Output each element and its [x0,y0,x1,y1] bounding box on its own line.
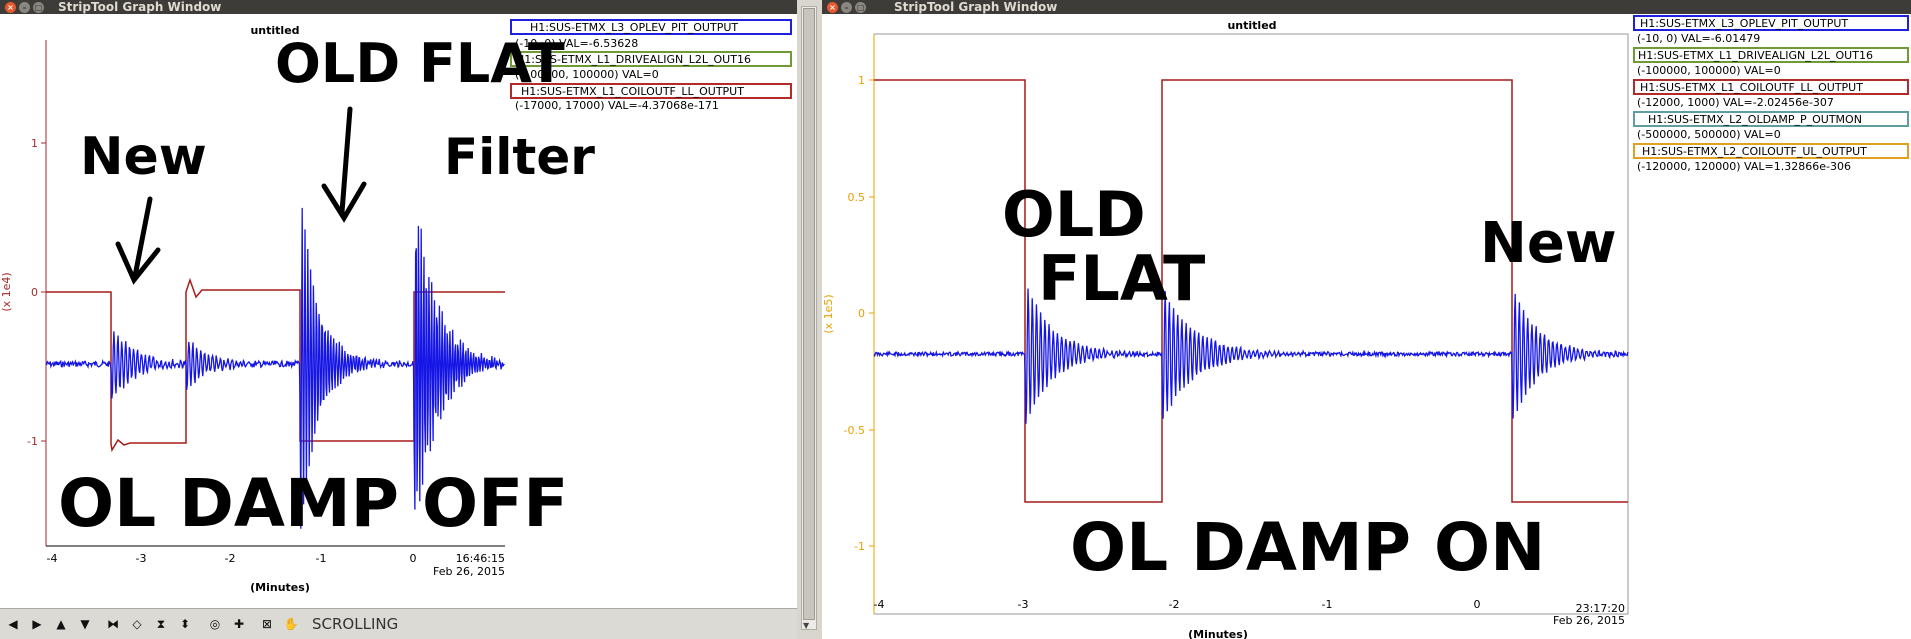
left-annotation-arrow-new [115,196,161,285]
minimize-icon[interactable]: – [841,2,852,13]
left-x-tick-label: -4 [47,552,58,565]
right-x-tick-label: -3 [1018,598,1029,611]
zoom-out-x-button[interactable]: ◇ [128,615,146,633]
zoom-in-x-button[interactable]: ⧓ [104,615,122,633]
right-legend-range-1: (-10, 0) VAL=-6.01479 [1637,32,1760,45]
left-striptool-window: × – □ StripTool Graph Window untitled H1:S… [0,0,797,639]
scroll-right-button[interactable]: ▶ [28,615,46,633]
minimize-icon[interactable]: – [19,2,30,13]
scroll-down-button[interactable]: ▼ [76,615,94,633]
window-title: StripTool Graph Window [58,0,222,14]
right-legend-name-2: H1:SUS-ETMX_L1_DRIVEALIGN_L2L_OUT16 [1638,49,1873,62]
right-x-tick-label: 0 [1474,598,1481,611]
right-legend-range-5: (-120000, 120000) VAL=1.32866e-306 [1637,160,1851,173]
left-graph-area[interactable]: untitled H1:SUS-ETMX_L3_OPLEV_PIT_OUTPUT… [0,14,797,623]
close-icon[interactable]: × [5,2,16,13]
left-title-bar[interactable]: × – □ StripTool Graph Window [0,0,797,14]
right-red-trace [874,79,1628,503]
zoom-out-y-button[interactable]: ⬍ [176,615,194,633]
right-graph-area[interactable]: untitled H1:SUS-ETMX_L3_OPLEV_PIT_OUTPUT… [822,14,1911,639]
right-legend-name-3: H1:SUS-ETMX_L1_COILOUTF_LL_OUTPUT [1640,81,1863,94]
right-plot-title: untitled [1227,19,1276,32]
right-y-tick-label: -1 [854,540,865,553]
right-y-tick-label: 0.5 [848,191,866,204]
refresh-button[interactable]: ⊠ [258,615,276,633]
maximize-icon[interactable]: □ [855,2,866,13]
right-date-stamp: Feb 26, 2015 [1553,614,1625,627]
right-legend[interactable]: H1:SUS-ETMX_L3_OPLEV_PIT_OUTPUT (-10, 0)… [1633,15,1909,173]
right-x-tick-label: -2 [1169,598,1180,611]
right-y-axis-label: (x 1e5) [822,294,835,333]
left-y-tick-label: -1 [27,435,38,448]
left-legend-range-3: (-17000, 17000) VAL=-4.37068e-171 [515,99,719,112]
scroll-up-button[interactable]: ▲ [52,615,70,633]
left-x-axis-label: (Minutes) [250,581,310,594]
left-x-tick-label: -2 [225,552,236,565]
left-x-tick-label: 0 [410,552,417,565]
right-annotation-state: OL DAMP ON [1070,509,1545,586]
close-icon[interactable]: × [827,2,838,13]
right-annotation-new: New [1480,211,1617,276]
auto-scale-button[interactable]: ◎ [206,615,224,633]
pan-button[interactable]: ✋ [282,615,300,633]
right-legend-name-1: H1:SUS-ETMX_L3_OPLEV_PIT_OUTPUT [1640,17,1848,30]
right-x-tick-label: -4 [874,598,885,611]
right-x-axis-label: (Minutes) [1188,628,1248,639]
scroll-left-button[interactable]: ◀ [4,615,22,633]
left-y-tick-label: 1 [31,137,38,150]
left-toolbar: ◀ ▶ ▲ ▼ ⧓ ◇ ⧗ ⬍ ◎ ✚ ⊠ ✋ SCROLLING [0,608,797,639]
right-y-tick-label: 1 [858,74,865,87]
right-annotation-flat: FLAT [1038,242,1205,315]
right-y-tick-label: -0.5 [844,424,865,437]
window-title: StripTool Graph Window [894,0,1058,14]
right-annotation-old: OLD [1002,178,1146,251]
scrollbar-thumb[interactable] [803,8,815,620]
left-x-tick-label: -3 [136,552,147,565]
right-legend-range-2: (-100000, 100000) VAL=0 [1637,64,1781,77]
right-title-bar[interactable]: × – □ StripTool Graph Window [822,0,1911,14]
maximize-icon[interactable]: □ [33,2,44,13]
scrolling-status: SCROLLING [312,615,399,633]
window-gap: ▼ [797,0,822,639]
left-annotation-arrow-old-flat [321,106,367,223]
right-striptool-window: × – □ StripTool Graph Window untitled H1:S… [822,0,1911,639]
left-annotation-filter: Filter [444,128,595,186]
left-y-axis-label: (x 1e4) [0,272,13,311]
left-annotation-state: OL DAMP OFF [58,465,568,542]
left-annotation-old-flat: OLD FLAT [275,32,565,95]
left-annotation-new: New [80,127,207,187]
zoom-in-y-button[interactable]: ⧗ [152,615,170,633]
left-x-tick-label: -1 [316,552,327,565]
right-blue-trace [873,288,1629,424]
right-legend-range-3: (-12000, 1000) VAL=-2.02456e-307 [1637,96,1834,109]
right-legend-name-5: H1:SUS-ETMX_L2_COILOUTF_UL_OUTPUT [1642,145,1867,158]
right-x-tick-label: -1 [1322,598,1333,611]
right-legend-name-4: H1:SUS-ETMX_L2_OLDAMP_P_OUTMON [1648,113,1862,126]
right-y-tick-label: 0 [858,307,865,320]
left-time-stamp: 16:46:15 [456,552,505,565]
crosshair-button[interactable]: ✚ [230,615,248,633]
left-date-stamp: Feb 26, 2015 [433,565,505,578]
left-y-tick-label: 0 [31,286,38,299]
scrollbar-down-arrow[interactable]: ▼ [803,621,809,630]
right-legend-range-4: (-500000, 500000) VAL=0 [1637,128,1781,141]
